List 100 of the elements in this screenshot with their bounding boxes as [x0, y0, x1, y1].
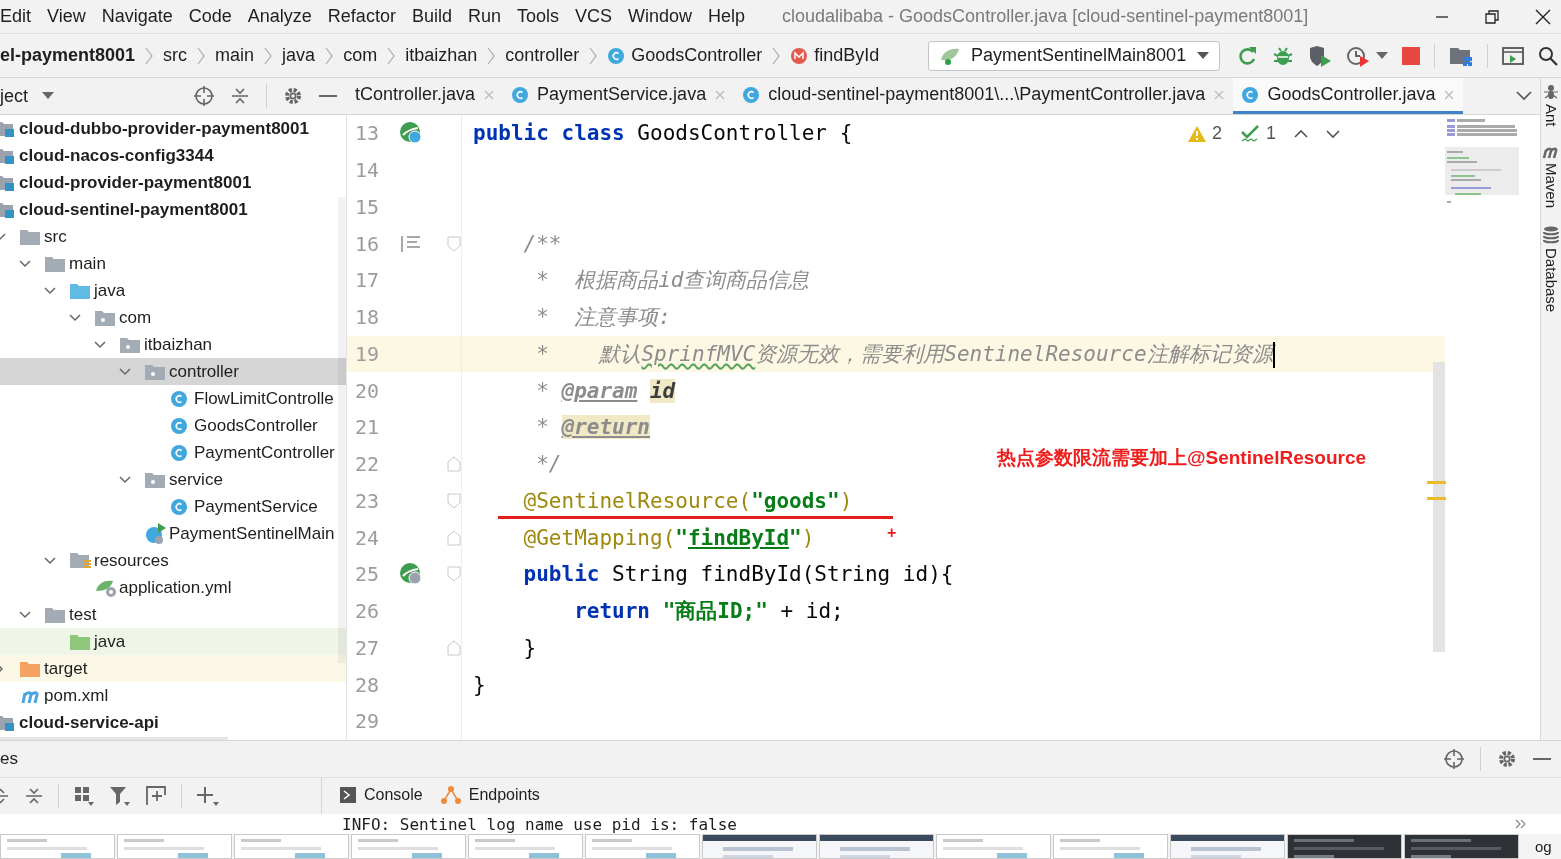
tree-row[interactable]: test — [0, 601, 346, 628]
scrollbar[interactable] — [338, 197, 346, 663]
menu-item[interactable]: Help — [708, 6, 746, 27]
window-thumbnail[interactable] — [234, 834, 349, 859]
breadcrumb-item[interactable]: src — [163, 45, 188, 66]
breadcrumb-item[interactable]: findById — [814, 45, 880, 66]
tree-row[interactable]: service — [0, 466, 346, 493]
breadcrumb-item[interactable]: el-payment8001 — [0, 45, 136, 66]
tree-row[interactable]: FlowLimitControlle — [0, 385, 346, 412]
bean-icon[interactable] — [399, 121, 424, 146]
tree-row[interactable]: GoodsController — [0, 412, 346, 439]
locate-icon[interactable] — [1444, 749, 1464, 769]
rerun-icon[interactable] — [1236, 44, 1258, 67]
tree-row[interactable]: main — [0, 250, 346, 277]
tree-row[interactable]: target — [0, 655, 346, 682]
minimize-icon[interactable] — [319, 94, 337, 98]
window-thumbnail[interactable] — [819, 834, 934, 859]
stop-icon[interactable] — [1402, 46, 1420, 65]
bean-icon[interactable] — [399, 562, 424, 587]
breadcrumb-item[interactable]: com — [343, 45, 378, 66]
caret-icon[interactable] — [1376, 51, 1388, 60]
tree-row[interactable]: cloud-provider-payment8001 — [0, 169, 346, 196]
tree-row[interactable]: java — [0, 277, 346, 304]
menu-item[interactable]: Analyze — [247, 6, 312, 27]
add-icon[interactable] — [196, 785, 220, 807]
menu-item[interactable]: Tools — [516, 6, 559, 27]
tree-row[interactable]: cloud-dubbo-provider-payment8001 — [0, 115, 346, 142]
side-tool-tab[interactable]: Database — [1542, 225, 1560, 312]
menu-item[interactable]: Window — [628, 6, 693, 27]
fold-marker-icon[interactable] — [447, 529, 461, 546]
window-thumbnail[interactable] — [1053, 834, 1168, 859]
tree-row[interactable]: cloud-nacos-config3344 — [0, 142, 346, 169]
fold-marker-icon[interactable] — [447, 566, 461, 583]
typo-check-icon[interactable] — [1240, 124, 1260, 143]
editor-tab[interactable]: tController.java — [347, 78, 504, 114]
add-frame-icon[interactable] — [145, 785, 167, 807]
filter-icon[interactable] — [109, 785, 131, 807]
scrollbar[interactable] — [1433, 362, 1445, 652]
shield-run-icon[interactable] — [1308, 44, 1332, 67]
double-chevron-icon[interactable] — [1515, 819, 1527, 829]
restore-icon[interactable] — [1485, 9, 1499, 24]
window-thumbnail[interactable] — [1287, 834, 1402, 859]
tree-row[interactable]: com — [0, 304, 346, 331]
tree-row[interactable]: itbaizhan — [0, 331, 346, 358]
editor-tab[interactable]: GoodsController.java — [1233, 78, 1464, 114]
fold-marker-icon[interactable] — [447, 639, 461, 656]
tree-row[interactable]: PaymentSentinelMain — [0, 520, 346, 547]
search-icon[interactable] — [1538, 45, 1558, 66]
tree-row[interactable]: pom.xml — [0, 682, 346, 709]
editor-tab[interactable]: PaymentService.java — [503, 78, 735, 114]
settings-icon[interactable] — [1497, 749, 1517, 769]
tree-row[interactable]: cloud-sentinel-payment8001 — [0, 196, 346, 223]
minimize-icon[interactable] — [1533, 757, 1551, 761]
tool-tab[interactable]: Endpoints — [440, 778, 540, 814]
tree-row[interactable]: PaymentService — [0, 493, 346, 520]
menu-item[interactable]: View — [47, 6, 86, 27]
breadcrumb-item[interactable]: controller — [505, 45, 580, 66]
menu-item[interactable]: Refactor — [327, 6, 396, 27]
tree-row[interactable]: resources — [0, 547, 346, 574]
chevron-down-icon[interactable] — [1516, 91, 1532, 101]
fold-marker-icon[interactable] — [447, 492, 461, 509]
breadcrumb-item[interactable]: GoodsController — [631, 45, 763, 66]
run-config-dropdown[interactable]: PaymentSentinelMain8001 — [928, 40, 1220, 71]
collapse-all-icon[interactable] — [24, 786, 44, 806]
close-icon[interactable] — [1535, 8, 1551, 25]
window-thumbnail[interactable] — [1404, 834, 1519, 859]
menu-item[interactable]: Navigate — [101, 6, 173, 27]
locate-icon[interactable] — [194, 86, 214, 106]
window-thumbnail[interactable] — [468, 834, 583, 859]
window-thumbnail[interactable] — [1170, 834, 1285, 859]
breadcrumb-item[interactable]: itbaizhan — [405, 45, 478, 66]
tree-row[interactable]: PaymentController — [0, 439, 346, 466]
window-thumbnail[interactable] — [351, 834, 466, 859]
menu-item[interactable]: Build — [411, 6, 452, 27]
side-tool-tab[interactable]: Maven — [1542, 144, 1560, 208]
tree-row[interactable]: src — [0, 223, 346, 250]
fold-marker-icon[interactable] — [447, 235, 461, 252]
group-icon[interactable] — [73, 785, 95, 807]
expand-all-icon[interactable] — [0, 786, 10, 806]
tree-row[interactable]: application.yml — [0, 574, 346, 601]
tree-row[interactable]: controller — [0, 358, 346, 385]
menu-item[interactable]: Run — [467, 6, 501, 27]
side-tool-tab[interactable]: Ant — [1542, 84, 1560, 127]
window-thumbnail[interactable] — [117, 834, 232, 859]
menu-item[interactable]: Edit — [0, 6, 32, 27]
profiler-icon[interactable] — [1346, 44, 1370, 67]
collapse-all-icon[interactable] — [230, 86, 250, 106]
breadcrumb-item[interactable]: java — [282, 45, 316, 66]
tool-tab[interactable]: Console — [340, 778, 423, 814]
run-window-icon[interactable] — [1502, 45, 1524, 66]
editor-tab[interactable]: cloud-sentinel-payment8001\...\PaymentController.java — [734, 78, 1234, 114]
tree-row[interactable]: java — [0, 628, 346, 655]
settings-icon[interactable] — [283, 86, 303, 106]
chevron-up-icon[interactable] — [1294, 128, 1308, 139]
window-thumbnail[interactable] — [585, 834, 700, 859]
window-thumbnail[interactable] — [702, 834, 817, 859]
menu-item[interactable]: VCS — [575, 6, 612, 27]
tree-row[interactable]: cloud-service-api — [0, 709, 346, 736]
chevron-down-icon[interactable] — [1326, 128, 1340, 139]
fold-marker-icon[interactable] — [447, 456, 461, 473]
